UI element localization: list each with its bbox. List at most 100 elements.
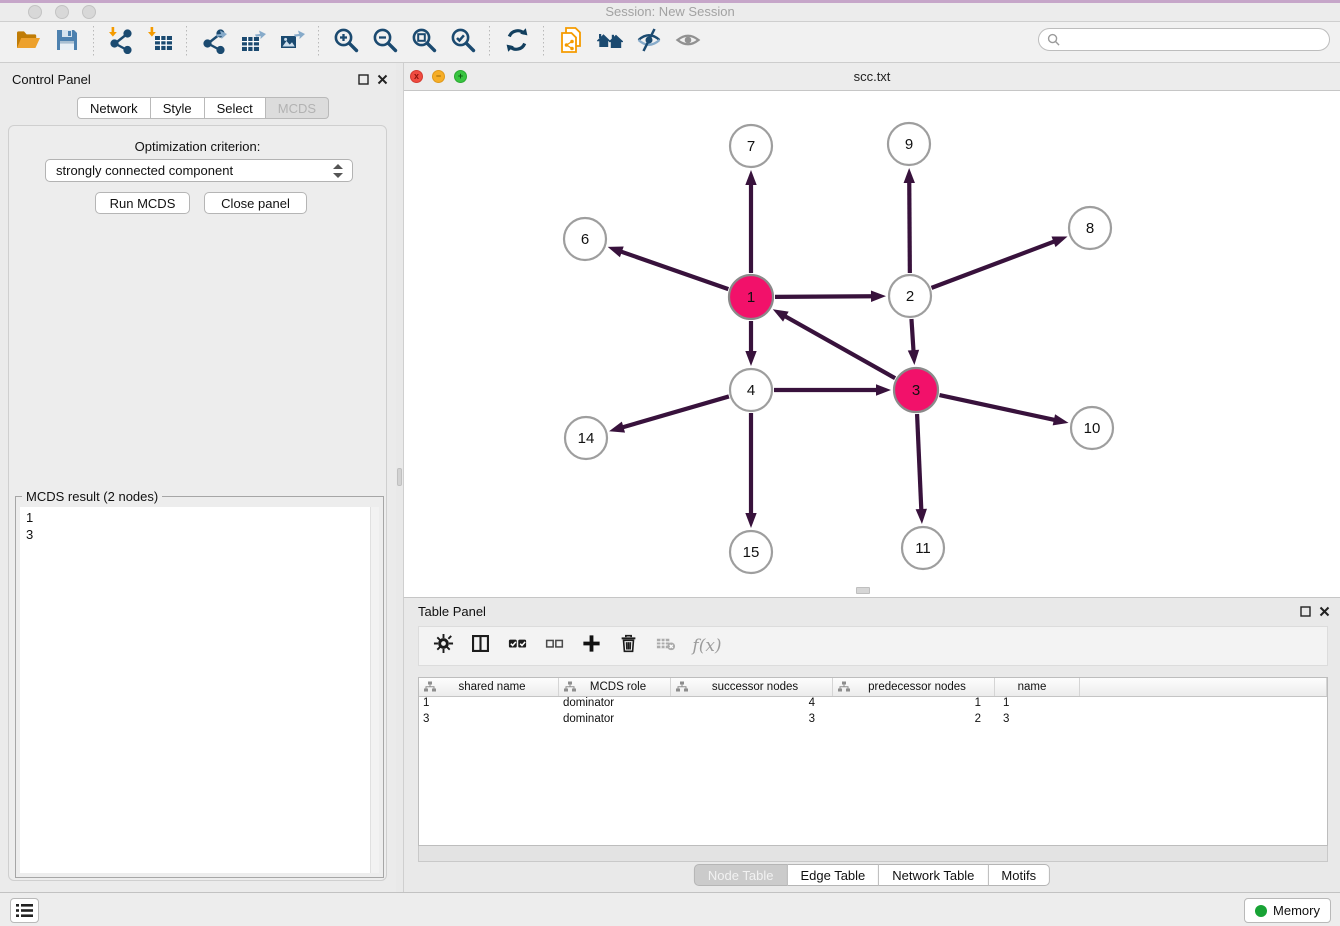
tab-network[interactable]: Network [77,97,151,119]
tab-mcds[interactable]: MCDS [266,97,329,119]
graph-node-label: 4 [747,382,755,399]
delete-column-button[interactable] [613,630,644,662]
network-graph: 1234678910111415 [404,91,1340,597]
memory-button[interactable]: Memory [1244,898,1331,923]
graph-node-label: 7 [747,138,755,155]
table-toolbar: f(x) [418,626,1328,666]
search-box[interactable] [1038,28,1330,51]
import-table-button[interactable] [143,25,176,59]
tab-select[interactable]: Select [205,97,266,119]
select-all-columns-icon [507,633,528,659]
table-settings-button[interactable] [428,630,459,662]
split-view-button[interactable] [465,630,496,662]
control-panel-tabs: NetworkStyleSelectMCDS [77,97,329,119]
control-panel-float-icon[interactable] [356,72,370,86]
table-cell: 3 [419,713,559,729]
table-row[interactable]: 1dominator411 [419,697,1327,713]
home-icon [596,26,624,59]
criterion-value: strongly connected component [56,163,233,178]
task-history-button[interactable] [10,898,39,923]
hide-panel-button[interactable] [632,25,665,59]
zoom-selected-button[interactable] [446,25,479,59]
tab-network-table[interactable]: Network Table [879,864,988,886]
tab-style[interactable]: Style [151,97,205,119]
table-hscrollbar[interactable] [418,846,1328,862]
table-panel: Table Panel f(x) shared nameMCDS rolesuc… [403,597,1340,892]
criterion-select[interactable]: strongly connected component [45,159,353,182]
export-table-icon [239,26,267,59]
export-network-icon [200,26,228,59]
control-panel-close-icon[interactable] [375,72,389,86]
import-network-button[interactable] [104,25,137,59]
splitter-grip[interactable] [397,468,402,486]
column-header-name[interactable]: name [995,678,1080,696]
table-settings-icon [433,633,454,659]
export-table-button[interactable] [236,25,269,59]
network-overview-button[interactable] [554,25,587,59]
deselect-all-columns-button[interactable] [539,630,570,662]
column-header-predecessor-nodes[interactable]: predecessor nodes [833,678,995,696]
apply-layout-button[interactable] [500,25,533,59]
graph-edge-arrow [745,170,756,185]
table-cell: 3 [671,713,833,729]
close-panel-button[interactable]: Close panel [204,192,307,214]
horizontal-splitter-grip[interactable] [856,587,870,594]
graph-node-label: 9 [905,136,913,153]
show-panel-button[interactable] [671,25,704,59]
mcds-result-scrollbar[interactable] [371,507,379,873]
tab-edge-table[interactable]: Edge Table [787,864,879,886]
graph-edge-3-11[interactable] [917,414,921,511]
save-session-button[interactable] [50,25,83,59]
create-column-button[interactable] [576,630,607,662]
titlebar-accent [0,0,1340,3]
export-network-button[interactable] [197,25,230,59]
graph-edge-2-3[interactable] [911,319,913,352]
table-panel-float-icon[interactable] [1298,604,1312,618]
toolbar-separator [489,26,490,58]
zoom-fit-button[interactable] [407,25,440,59]
graph-edge-2-9[interactable] [909,181,910,273]
column-header-MCDS-role[interactable]: MCDS role [559,678,671,696]
tree-icon [564,681,576,693]
graph-edge-1-6[interactable] [620,251,728,289]
network-canvas[interactable]: 1234678910111415 [404,91,1340,597]
graph-edge-1-2[interactable] [775,296,873,297]
graph-edge-arrow [773,309,789,321]
home-button[interactable] [593,25,626,59]
search-icon [1047,33,1060,46]
hide-panel-icon [635,26,663,59]
export-image-button[interactable] [275,25,308,59]
graph-edge-4-14[interactable] [622,396,729,427]
vertical-splitter[interactable] [396,63,403,892]
graph-edge-2-8[interactable] [932,241,1056,288]
table-row[interactable]: 3dominator323 [419,713,1327,729]
zoom-in-button[interactable] [329,25,362,59]
mcds-result-item[interactable]: 1 [26,509,370,526]
select-all-columns-button[interactable] [502,630,533,662]
mcds-result-list[interactable]: 13 [20,507,371,873]
run-mcds-button[interactable]: Run MCDS [95,192,190,214]
delete-table-icon [655,633,676,659]
search-input[interactable] [1060,29,1329,50]
zoom-out-button[interactable] [368,25,401,59]
graph-edge-arrow [904,168,915,183]
table-header-row: shared nameMCDS rolesuccessor nodesprede… [419,678,1327,697]
open-session-button[interactable] [11,25,44,59]
deselect-all-columns-icon [544,633,565,659]
column-header-shared-name[interactable]: shared name [419,678,559,696]
show-panel-icon [674,26,702,59]
graph-edge-arrow [1053,414,1069,425]
mcds-result-title: MCDS result (2 nodes) [22,489,162,504]
graph-edge-3-10[interactable] [939,395,1055,420]
network-window-titlebar: x − + scc.txt [404,63,1340,91]
graph-edge-3-1[interactable] [784,316,895,379]
column-header-successor-nodes[interactable]: successor nodes [671,678,833,696]
toolbar-separator [543,26,544,58]
mcds-result-item[interactable]: 3 [26,526,370,543]
tab-motifs[interactable]: Motifs [988,864,1050,886]
table-cell: dominator [559,713,671,729]
function-builder-button: f(x) [687,630,727,662]
table-panel-close-icon[interactable] [1317,604,1331,618]
tab-node-table[interactable]: Node Table [694,864,788,886]
memory-label: Memory [1273,903,1320,918]
